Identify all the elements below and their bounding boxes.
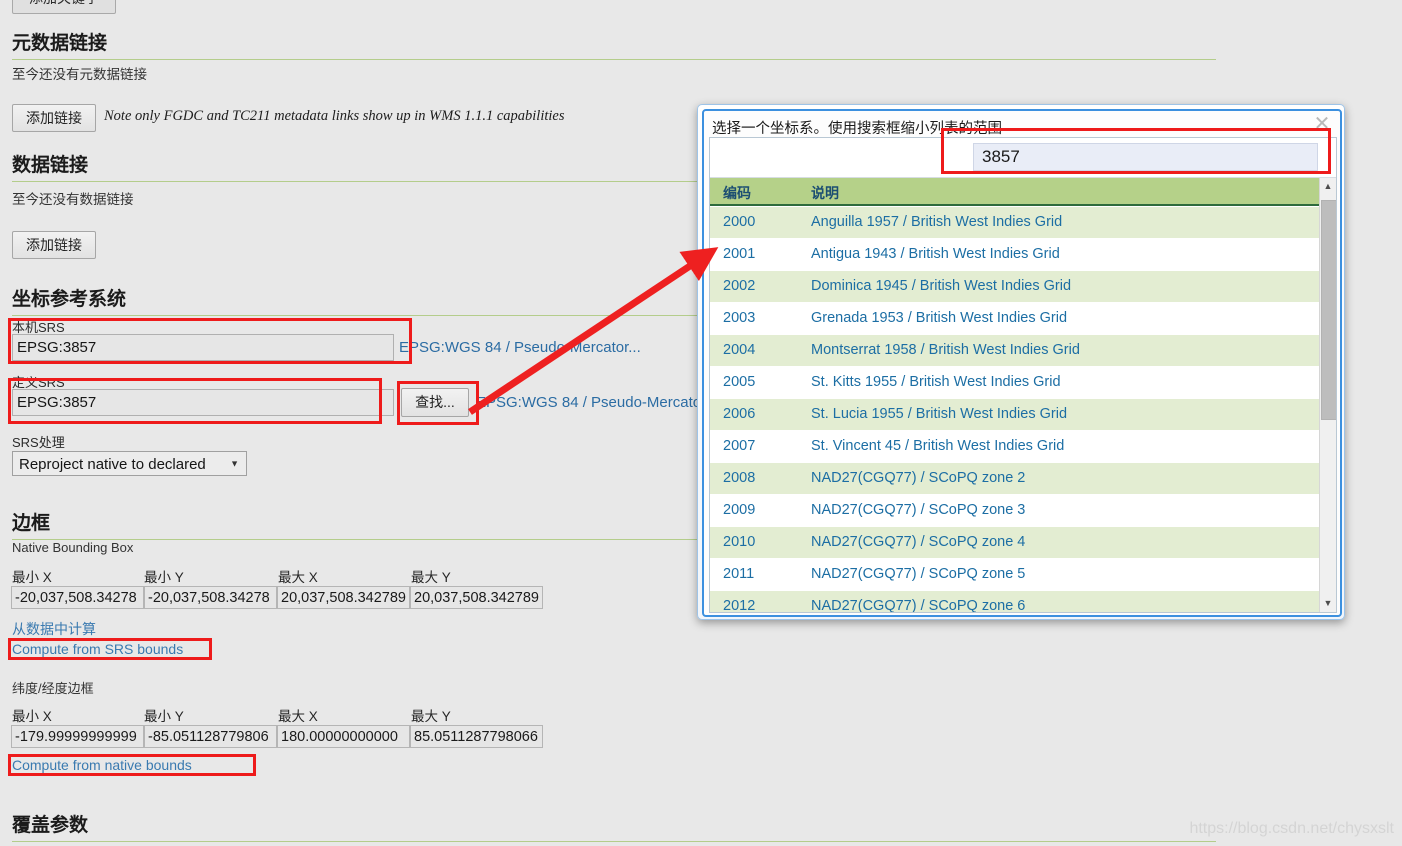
srs-table-row[interactable]: 2002 Dominica 1945 / British West Indies … [710,271,1320,303]
srs-row-code: 2009 [723,502,756,518]
srs-table-rows[interactable]: 2000 Anguilla 1957 / British West Indies … [710,207,1320,612]
srs-row-code: 2010 [723,534,756,550]
add-keyword-button-clipped[interactable]: 添加关键字 [12,0,116,14]
declared-srs-input[interactable] [12,389,394,416]
srs-table-row[interactable]: 2012 NAD27(CGQ77) / SCoPQ zone 6 [710,591,1320,612]
srs-table-row[interactable]: 2000 Anguilla 1957 / British West Indies … [710,207,1320,239]
srs-row-description: Dominica 1945 / British West Indies Grid [811,278,1072,294]
compute-from-data-link[interactable]: 从数据中计算 [12,619,96,639]
srs-table-row[interactable]: 2011 NAD27(CGQ77) / SCoPQ zone 5 [710,559,1320,591]
srs-row-description: NAD27(CGQ77) / SCoPQ zone 3 [811,502,1026,518]
latlon-min-x-input[interactable] [11,725,144,748]
srs-handling-label: SRS处理 [12,435,65,450]
latlon-max-x-input[interactable] [277,725,410,748]
data-links-empty-text: 至今还没有数据链接 [12,192,134,207]
srs-row-description: St. Kitts 1955 / British West Indies Gri… [811,374,1061,390]
native-srs-description[interactable]: EPSG:WGS 84 / Pseudo-Mercator... [399,339,641,356]
srs-table-row[interactable]: 2005 St. Kitts 1955 / British West Indies… [710,367,1320,399]
srs-search-row [710,138,1336,178]
srs-table-row[interactable]: 2003 Grenada 1953 / British West Indies G… [710,303,1320,335]
native-min-x-input[interactable] [11,586,144,609]
srs-table-row[interactable]: 2007 St. Vincent 45 / British West Indies… [710,431,1320,463]
coverage-parameters-heading: 覆盖参数 [12,810,1216,842]
srs-row-description: Anguilla 1957 / British West Indies Grid [811,214,1063,230]
latlon-max-x-label: 最大 X [278,709,318,724]
srs-picker-dialog: 选择一个坐标系。使用搜索框缩小列表的范围 ✕ 编码 说明 2000 Anguill… [697,104,1345,620]
find-srs-button[interactable]: 查找... [401,388,469,417]
srs-handling-value: Reproject native to declared [19,456,206,473]
srs-row-code: 2001 [723,246,756,262]
srs-handling-select[interactable]: Reproject native to declared ▼ [12,451,247,476]
srs-picker-body: 编码 说明 2000 Anguilla 1957 / British West I… [709,137,1337,613]
srs-row-description: NAD27(CGQ77) / SCoPQ zone 2 [811,470,1026,486]
srs-row-code: 2004 [723,342,756,358]
srs-row-description: Montserrat 1958 / British West Indies Gr… [811,342,1080,358]
srs-search-input[interactable] [973,143,1318,171]
srs-list-scrollbar[interactable]: ▲ ▼ [1319,178,1336,612]
native-max-x-label: 最大 X [278,570,318,585]
srs-table-row[interactable]: 2001 Antigua 1943 / British West Indies G… [710,239,1320,271]
metadata-links-note: Note only FGDC and TC211 metadata links … [104,108,565,124]
srs-row-code: 2003 [723,310,756,326]
close-icon[interactable]: ✕ [1312,114,1332,135]
srs-row-code: 2002 [723,278,756,294]
srs-table-row[interactable]: 2010 NAD27(CGQ77) / SCoPQ zone 4 [710,527,1320,559]
bounding-box-heading: 边框 [12,508,702,540]
chevron-down-icon: ▼ [230,458,239,468]
srs-table-row[interactable]: 2009 NAD27(CGQ77) / SCoPQ zone 3 [710,495,1320,527]
srs-picker-dialog-inner: 选择一个坐标系。使用搜索框缩小列表的范围 ✕ 编码 说明 2000 Anguill… [702,109,1342,617]
srs-row-description: NAD27(CGQ77) / SCoPQ zone 4 [811,534,1026,550]
metadata-links-empty-text: 至今还没有元数据链接 [12,67,147,82]
native-bounding-box-caption: Native Bounding Box [12,540,134,555]
latlon-min-y-label: 最小 Y [144,709,184,724]
srs-row-description: NAD27(CGQ77) / SCoPQ zone 5 [811,566,1026,582]
srs-table-row[interactable]: 2006 St. Lucia 1955 / British West Indies… [710,399,1320,431]
latlon-min-y-input[interactable] [144,725,277,748]
srs-row-code: 2011 [723,566,755,582]
srs-row-description: NAD27(CGQ77) / SCoPQ zone 6 [811,598,1026,612]
metadata-links-heading: 元数据链接 [12,28,1216,60]
srs-row-code: 2005 [723,374,756,390]
srs-row-code: 2008 [723,470,756,486]
native-max-y-label: 最大 Y [411,570,451,585]
srs-row-code: 2000 [723,214,756,230]
compute-from-srs-bounds-link[interactable]: Compute from SRS bounds [12,641,183,657]
native-min-y-label: 最小 Y [144,570,184,585]
srs-row-code: 2007 [723,438,756,454]
srs-row-code: 2006 [723,406,756,422]
scroll-up-arrow-icon[interactable]: ▲ [1320,178,1336,195]
srs-table-row[interactable]: 2004 Montserrat 1958 / British West Indie… [710,335,1320,367]
srs-row-description: Antigua 1943 / British West Indies Grid [811,246,1060,262]
srs-row-description: Grenada 1953 / British West Indies Grid [811,310,1068,326]
column-header-description[interactable]: 说明 [811,183,839,203]
srs-picker-dialog-title: 选择一个坐标系。使用搜索框缩小列表的范围 [712,121,1002,137]
add-data-link-button[interactable]: 添加链接 [12,231,96,259]
srs-table-row[interactable]: 2008 NAD27(CGQ77) / SCoPQ zone 2 [710,463,1320,495]
latlon-bounding-box-caption: 纬度/经度边框 [12,681,94,696]
scrollbar-thumb[interactable] [1321,200,1336,420]
latlon-max-y-label: 最大 Y [411,709,451,724]
add-metadata-link-button[interactable]: 添加链接 [12,104,96,132]
native-min-y-input[interactable] [144,586,277,609]
native-srs-input[interactable] [12,334,394,361]
column-header-code[interactable]: 编码 [723,183,751,203]
watermark: https://blog.csdn.net/chysxslt [1189,820,1394,837]
srs-row-code: 2012 [723,598,756,612]
scroll-down-arrow-icon[interactable]: ▼ [1320,595,1336,612]
declared-srs-description[interactable]: EPSG:WGS 84 / Pseudo-Mercator.. [476,394,714,411]
native-max-y-input[interactable] [410,586,543,609]
srs-table-header: 编码 说明 [710,178,1320,206]
native-min-x-label: 最小 X [12,570,52,585]
compute-from-native-bounds-link[interactable]: Compute from native bounds [12,757,192,773]
latlon-max-y-input[interactable] [410,725,543,748]
crs-heading: 坐标参考系统 [12,284,702,316]
latlon-min-x-label: 最小 X [12,709,52,724]
srs-row-description: St. Lucia 1955 / British West Indies Gri… [811,406,1068,422]
native-max-x-input[interactable] [277,586,410,609]
srs-row-description: St. Vincent 45 / British West Indies Gri… [811,438,1065,454]
